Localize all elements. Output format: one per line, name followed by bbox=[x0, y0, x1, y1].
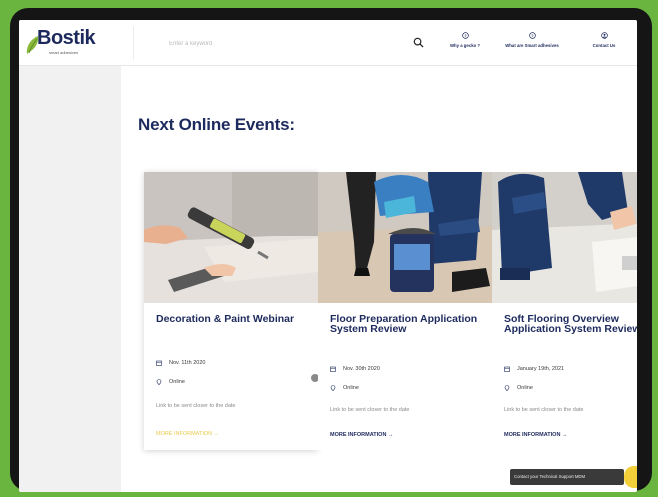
more-information-link[interactable]: MORE INFORMATION → bbox=[330, 432, 393, 438]
top-bar: Bostik smart adhesives ? Why a gecko ? ?… bbox=[19, 20, 637, 66]
event-date: Nov. 11th 2020 bbox=[156, 360, 206, 366]
event-title: Floor Preparation Application System Rev… bbox=[330, 313, 478, 335]
event-date-text: Nov. 30th 2020 bbox=[343, 366, 380, 372]
more-information-link[interactable]: MORE INFORMATION → bbox=[156, 431, 219, 437]
support-toast[interactable]: Contact your Technical Support MDM bbox=[510, 469, 624, 485]
nav-label: Contact Us bbox=[592, 43, 616, 48]
event-description: Link to be sent closer to the date bbox=[156, 403, 236, 409]
search-icon[interactable] bbox=[413, 37, 424, 48]
location-pin-icon bbox=[504, 385, 510, 391]
event-location-text: Online bbox=[169, 379, 185, 385]
question-circle-icon: ? bbox=[528, 32, 536, 39]
svg-text:?: ? bbox=[464, 33, 467, 38]
event-description: Link to be sent closer to the date bbox=[504, 407, 584, 413]
event-title: Soft Flooring Overview Application Syste… bbox=[504, 313, 637, 335]
support-toggle-button[interactable] bbox=[624, 466, 637, 488]
calendar-icon bbox=[504, 366, 510, 372]
brand-tagline: smart adhesives bbox=[49, 50, 79, 55]
left-sidebar bbox=[19, 66, 121, 492]
event-description: Link to be sent closer to the date bbox=[330, 407, 410, 413]
more-information-link[interactable]: MORE INFORMATION → bbox=[504, 432, 567, 438]
location-pin-icon bbox=[156, 379, 162, 385]
nav-item-smart-adhesives[interactable]: ? What are Smart adhesives bbox=[496, 32, 568, 56]
svg-text:?: ? bbox=[531, 33, 534, 38]
page-title: Next Online Events: bbox=[138, 115, 295, 134]
event-location-text: Online bbox=[517, 385, 533, 391]
event-card[interactable]: Floor Preparation Application System Rev… bbox=[318, 172, 492, 450]
calendar-icon bbox=[156, 360, 162, 366]
calendar-icon bbox=[330, 366, 336, 372]
event-date: Nov. 30th 2020 bbox=[330, 366, 380, 372]
event-card[interactable]: Decoration & Paint Webinar Nov. 11th 202… bbox=[144, 172, 318, 450]
event-image-caulking bbox=[144, 172, 318, 303]
event-card[interactable]: Soft Flooring Overview Application Syste… bbox=[492, 172, 637, 450]
event-date-text: Nov. 11th 2020 bbox=[169, 360, 206, 366]
event-location: Online bbox=[156, 379, 185, 385]
user-icon bbox=[600, 32, 608, 39]
search-input[interactable] bbox=[169, 36, 409, 52]
nav-label: Why a gecko ? bbox=[449, 43, 481, 48]
event-image-soft-flooring bbox=[492, 172, 637, 303]
event-location-text: Online bbox=[343, 385, 359, 391]
event-date: January 19th, 2021 bbox=[504, 366, 564, 372]
nav-label: What are Smart adhesives bbox=[505, 43, 559, 48]
location-pin-icon bbox=[330, 385, 336, 391]
nav-item-contact-us[interactable]: Contact Us bbox=[584, 32, 624, 56]
event-location: Online bbox=[504, 385, 533, 391]
bostik-logo[interactable]: Bostik smart adhesives bbox=[25, 27, 111, 60]
event-image-floor-prep bbox=[318, 172, 492, 303]
question-circle-icon: ? bbox=[461, 32, 469, 39]
event-date-text: January 19th, 2021 bbox=[517, 366, 565, 372]
nav-item-why-gecko[interactable]: ? Why a gecko ? bbox=[443, 32, 487, 56]
event-title: Decoration & Paint Webinar bbox=[156, 313, 295, 325]
event-location: Online bbox=[330, 385, 359, 391]
screen: Bostik smart adhesives ? Why a gecko ? ?… bbox=[19, 20, 637, 492]
divider bbox=[133, 26, 134, 60]
brand-name: Bostik bbox=[37, 27, 96, 49]
